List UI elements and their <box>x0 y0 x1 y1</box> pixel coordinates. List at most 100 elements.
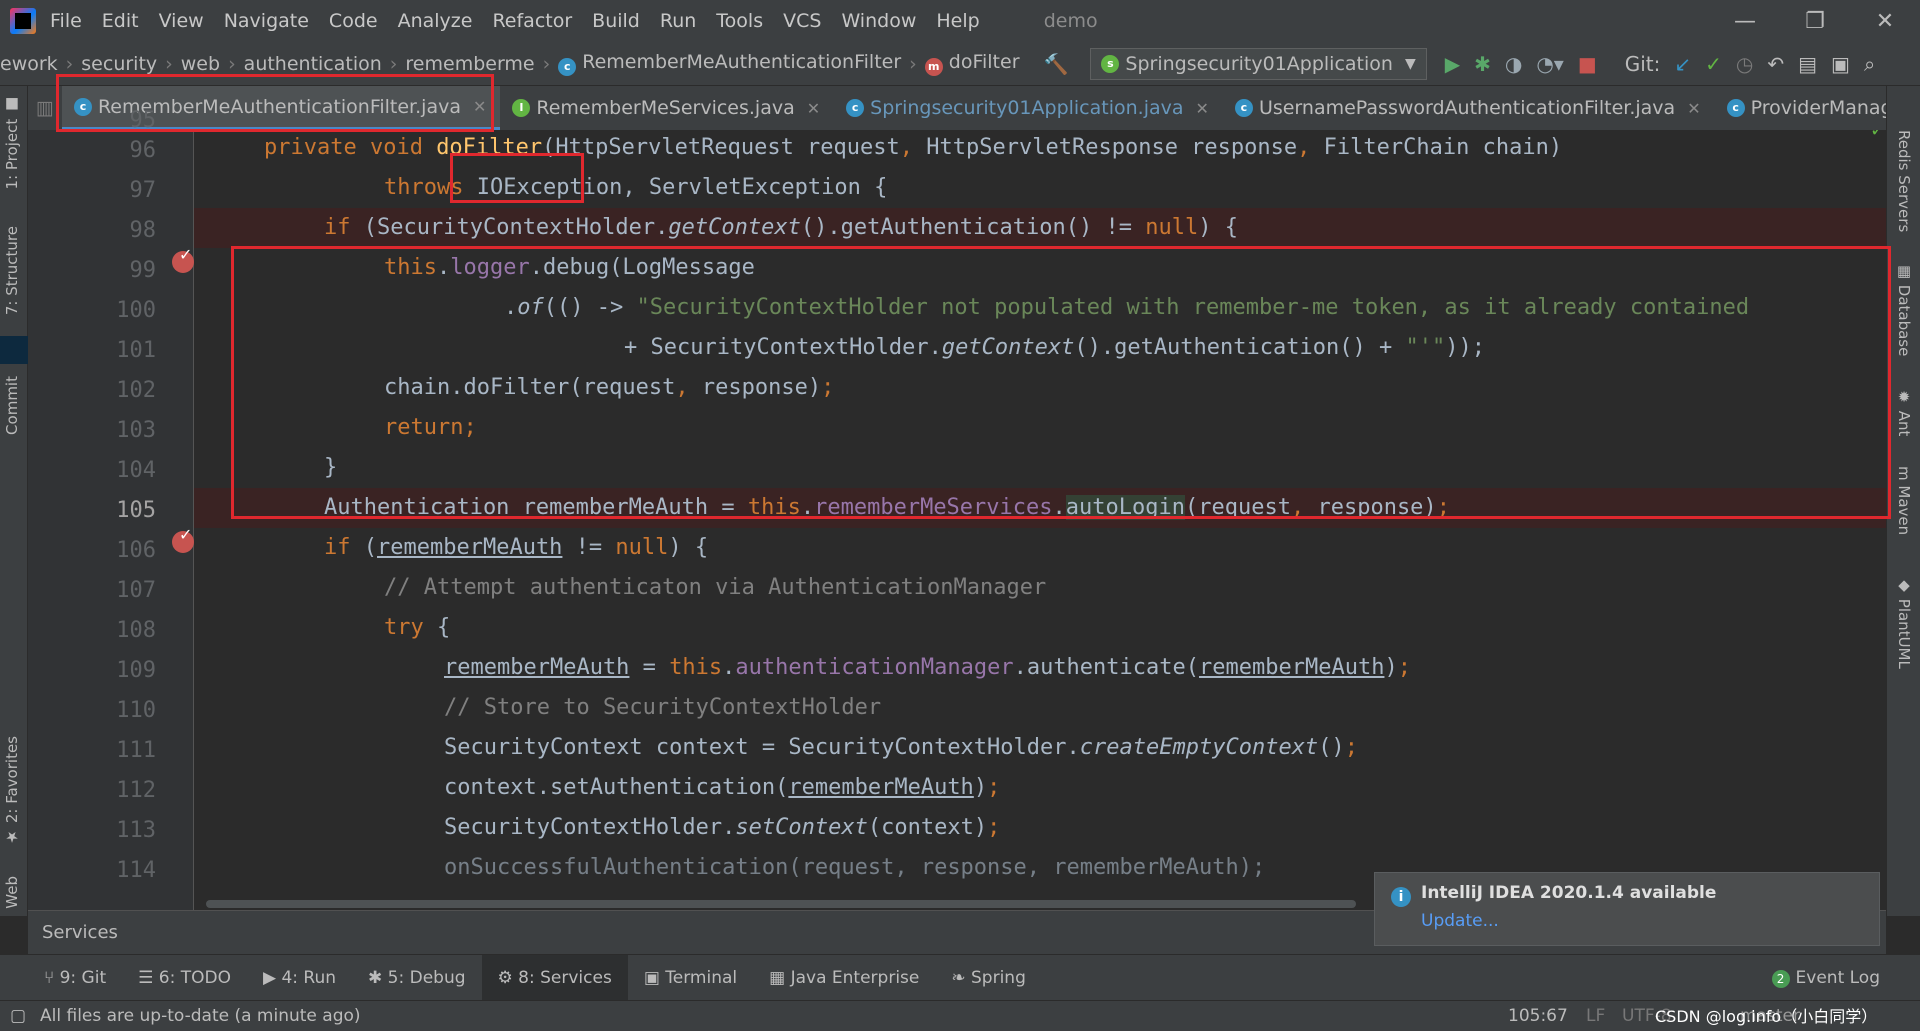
notification-title: IntelliJ IDEA 2020.1.4 available <box>1421 883 1717 903</box>
restore-button[interactable]: ❐ <box>1780 9 1850 34</box>
active-tool-indicator <box>0 336 28 364</box>
status-message: All files are up-to-date (a minute ago) <box>40 1006 361 1026</box>
tool-database[interactable]: ▦ Database <box>1895 262 1913 356</box>
tool-commit[interactable]: Commit <box>3 376 21 435</box>
menu-code[interactable]: Code <box>329 10 378 32</box>
inspection-ok-icon[interactable]: ✓ <box>1870 130 1885 141</box>
caret-position[interactable]: 105:67 <box>1508 1001 1568 1031</box>
line-separator[interactable]: LF <box>1586 1001 1605 1031</box>
spring-icon: ❧ <box>951 967 972 988</box>
menu-window[interactable]: Window <box>841 10 916 32</box>
git-update-icon[interactable]: ↙ <box>1674 52 1691 76</box>
project-structure-icon[interactable]: ▤ <box>1798 52 1817 76</box>
breadcrumb-rememberme[interactable]: rememberme <box>405 53 534 75</box>
minimize-button[interactable]: — <box>1710 9 1780 34</box>
tool-plantuml[interactable]: ◆ PlantUML <box>1895 576 1913 669</box>
coverage-icon[interactable]: ◑ <box>1505 52 1522 76</box>
menu-navigate[interactable]: Navigate <box>224 10 309 32</box>
breadcrumb-web[interactable]: web <box>181 53 220 75</box>
menu-view[interactable]: View <box>159 10 204 32</box>
spring-class-icon: c <box>846 99 865 117</box>
tool-structure[interactable]: 7: Structure <box>3 226 21 315</box>
line-number: 108 <box>116 618 156 643</box>
update-link[interactable]: Update... <box>1421 911 1499 931</box>
event-log-button[interactable]: 2 Event Log <box>1756 955 1896 1001</box>
code-line-97: throws IOException, ServletException { <box>384 175 888 200</box>
watermark: CSDN @log.info（小白同学） <box>1655 1007 1878 1026</box>
git-commit-icon[interactable]: ✓ <box>1705 52 1722 76</box>
menu-edit[interactable]: Edit <box>102 10 139 32</box>
breadcrumb-framework[interactable]: ework <box>0 53 58 75</box>
tab-springsecurity01application[interactable]: c Springsecurity01Application.java ✕ <box>834 86 1223 130</box>
tool-project[interactable]: 1: Project ■ <box>3 96 21 189</box>
horizontal-scrollbar[interactable] <box>206 900 1356 908</box>
tool-tab-todo[interactable]: ☰ 6: TODO <box>122 955 247 1001</box>
line-number: 106 <box>116 538 156 563</box>
annotation-box-if-block <box>231 246 1891 519</box>
tool-tab-git[interactable]: ⑂ 9: Git <box>0 955 122 1001</box>
line-number: 101 <box>116 338 156 363</box>
tool-tab-spring[interactable]: ❧ Spring <box>935 955 1042 1001</box>
terminal-icon: ▣ <box>643 967 666 988</box>
tool-tab-services[interactable]: ⚙ 8: Services <box>481 954 628 1001</box>
line-number: 100 <box>116 298 156 323</box>
breakpoint-icon[interactable] <box>172 525 194 553</box>
bottom-tool-tabs: ⑂ 9: Git ☰ 6: TODO ▶ 4: Run ✱ 5: Debug ⚙… <box>0 954 1920 1001</box>
git-history-icon[interactable]: ◷ <box>1736 52 1753 76</box>
tab-providermanager[interactable]: c ProviderManager.java <box>1715 86 1886 130</box>
update-notification[interactable]: i IntelliJ IDEA 2020.1.4 available Updat… <box>1374 872 1880 946</box>
close-tab-icon[interactable]: ✕ <box>1196 99 1209 118</box>
breakpoint-icon[interactable] <box>172 245 194 273</box>
search-icon[interactable]: ⌕ <box>1864 52 1875 76</box>
spring-boot-icon: s <box>1101 54 1120 73</box>
menu-analyze[interactable]: Analyze <box>398 10 473 32</box>
breadcrumb-authentication[interactable]: authentication <box>244 53 382 75</box>
tool-tab-debug[interactable]: ✱ 5: Debug <box>352 955 482 1001</box>
tool-favorites[interactable]: ★ 2: Favorites <box>3 736 21 846</box>
menu-file[interactable]: File <box>50 10 82 32</box>
code-line-111: SecurityContext context = SecurityContex… <box>444 735 1358 760</box>
stop-icon[interactable]: ■ <box>1578 52 1597 76</box>
class-icon: c <box>1234 99 1253 117</box>
tool-tab-java-enterprise[interactable]: ▦ Java Enterprise <box>753 955 935 1001</box>
menu-tools[interactable]: Tools <box>716 10 763 32</box>
breadcrumb-method[interactable]: m doFilter <box>924 51 1020 76</box>
line-number: 107 <box>116 578 156 603</box>
tool-ant[interactable]: ✹ Ant <box>1895 388 1913 436</box>
services-icon: ⚙ <box>497 967 519 988</box>
menu-help[interactable]: Help <box>936 10 979 32</box>
tool-web[interactable]: Web <box>3 876 21 909</box>
close-tab-icon[interactable]: ✕ <box>807 99 820 118</box>
toggle-tool-windows-icon[interactable]: ▢ <box>10 1001 26 1031</box>
annotation-box-active-tab <box>56 74 494 132</box>
menu-build[interactable]: Build <box>592 10 640 32</box>
close-tab-icon[interactable]: ✕ <box>1687 99 1700 118</box>
tool-tab-terminal[interactable]: ▣ Terminal <box>628 955 753 1001</box>
run-icon[interactable]: ▶ <box>1445 52 1460 76</box>
breadcrumb-security[interactable]: security <box>81 53 157 75</box>
intellij-logo-icon <box>10 8 36 34</box>
close-window-button[interactable]: ✕ <box>1850 9 1920 34</box>
services-title: Services <box>42 922 118 943</box>
menu-run[interactable]: Run <box>660 10 696 32</box>
code-line-109: rememberMeAuth = this.authenticationMana… <box>444 655 1411 680</box>
breadcrumb-class[interactable]: c RememberMeAuthenticationFilter <box>558 51 901 76</box>
debug-icon[interactable]: ✱ <box>1474 52 1491 76</box>
run-configuration-select[interactable]: s Springsecurity01Application ▼ <box>1090 47 1427 80</box>
menu-vcs[interactable]: VCS <box>783 10 821 32</box>
tool-maven[interactable]: m Maven <box>1895 466 1913 535</box>
code-line-110: // Store to SecurityContextHolder <box>444 695 882 720</box>
tool-redis-servers[interactable]: Redis Servers <box>1895 130 1913 232</box>
git-rollback-icon[interactable]: ↶ <box>1767 52 1784 76</box>
tool-tab-run[interactable]: ▶ 4: Run <box>247 955 352 1001</box>
profiler-icon[interactable]: ◔▾ <box>1536 52 1564 76</box>
tab-usernamepasswordauthenticationfilter[interactable]: c UsernamePasswordAuthenticationFilter.j… <box>1223 86 1715 130</box>
terminal-window-icon[interactable]: ▣ <box>1831 52 1850 76</box>
code-line-112: context.setAuthentication(rememberMeAuth… <box>444 775 1001 800</box>
chevron-down-icon: ▼ <box>1404 55 1416 72</box>
tab-remembermeservices[interactable]: I RememberMeServices.java ✕ <box>500 86 834 130</box>
code-line-108: try { <box>384 615 451 640</box>
build-hammer-icon[interactable]: 🔨 <box>1044 52 1069 76</box>
menu-refactor[interactable]: Refactor <box>492 10 572 32</box>
left-tool-stripe: 1: Project ■ 7: Structure Commit ★ 2: Fa… <box>0 86 28 916</box>
